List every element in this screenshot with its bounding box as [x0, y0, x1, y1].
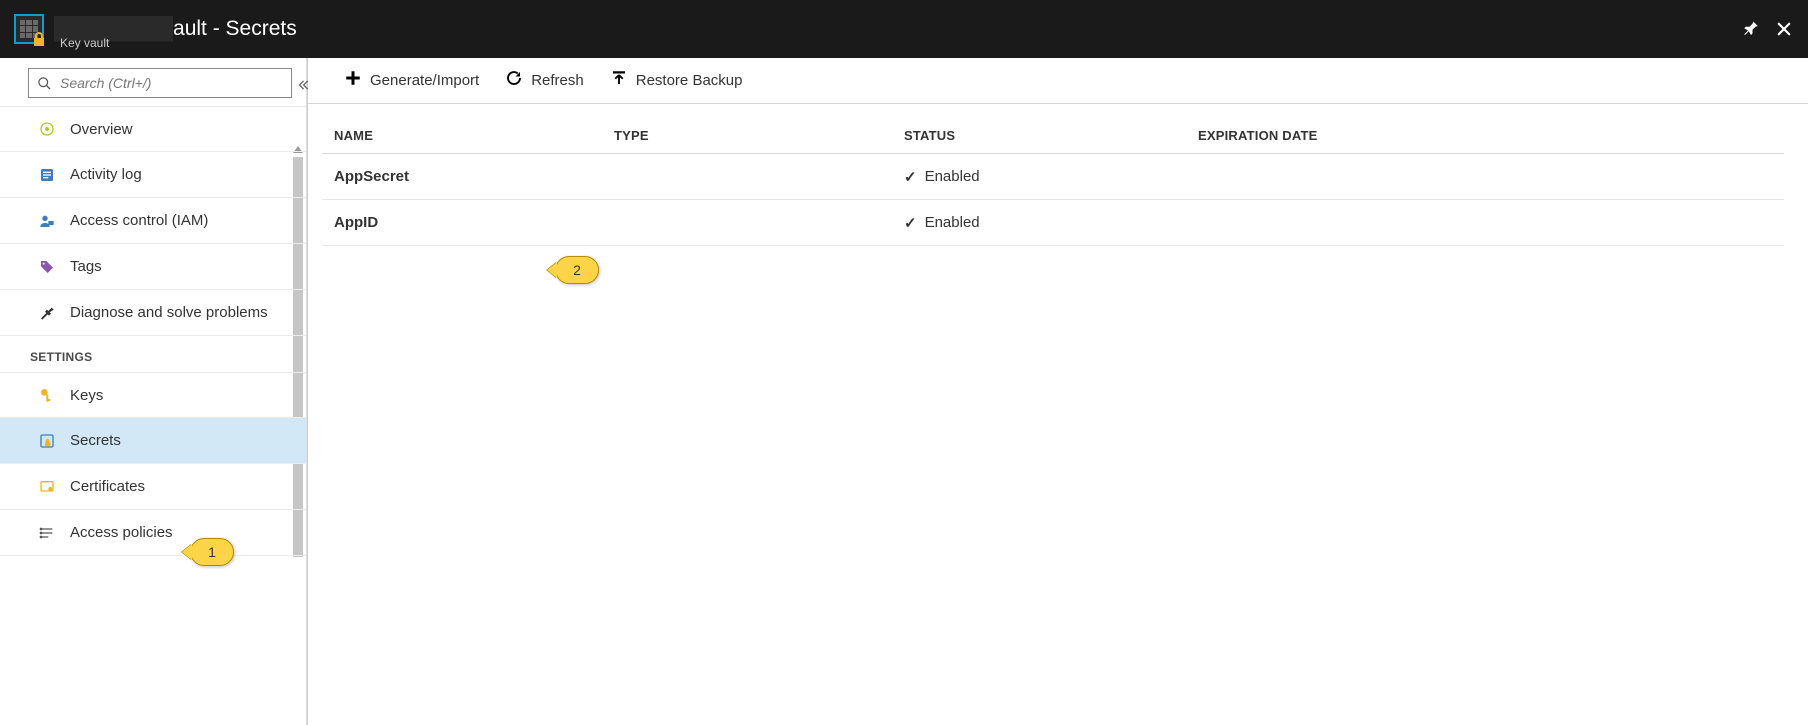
check-icon: ✓ — [904, 214, 917, 232]
sidebar-item-label: Access control (IAM) — [70, 212, 294, 229]
sidebar-item-label: Keys — [70, 387, 294, 404]
sidebar-item-label: Tags — [70, 258, 294, 275]
th-name[interactable]: NAME — [322, 128, 614, 143]
sidebar: Overview Activity log Access control (IA… — [0, 58, 307, 725]
title-suffix: ault - Secrets — [173, 17, 297, 40]
toolbar-label: Restore Backup — [636, 72, 743, 89]
blade-header: ████████ault - Secrets Key vault — [0, 0, 1808, 58]
th-status[interactable]: STATUS — [904, 128, 1198, 143]
lock-icon — [31, 31, 47, 47]
sidebar-item-activity-log[interactable]: Activity log — [0, 152, 306, 198]
secret-icon — [38, 432, 56, 450]
cell-status: ✓ Enabled — [904, 168, 1198, 186]
policies-icon — [38, 524, 56, 542]
sidebar-scroll[interactable]: Overview Activity log Access control (IA… — [0, 106, 306, 725]
status-text: Enabled — [925, 214, 980, 231]
sidebar-item-keys[interactable]: Keys — [0, 372, 306, 418]
sidebar-item-access-control[interactable]: Access control (IAM) — [0, 198, 306, 244]
sidebar-item-label: Diagnose and solve problems — [70, 304, 294, 321]
sidebar-item-secrets[interactable]: Secrets — [0, 418, 306, 464]
status-text: Enabled — [925, 168, 980, 185]
sidebar-item-label: Overview — [70, 121, 294, 138]
cell-status: ✓ Enabled — [904, 214, 1198, 232]
certificate-icon — [38, 478, 56, 496]
sidebar-item-certificates[interactable]: Certificates — [0, 464, 306, 510]
toolbar-label: Refresh — [531, 72, 584, 89]
table-row[interactable]: AppSecret ✓ Enabled — [322, 154, 1784, 200]
search-icon — [37, 76, 52, 91]
page-subtitle: Key vault — [60, 36, 109, 50]
sidebar-item-diagnose[interactable]: Diagnose and solve problems — [0, 290, 306, 336]
pin-button[interactable] — [1742, 20, 1760, 38]
annotation-callout-1: 1 — [190, 538, 234, 566]
th-type[interactable]: TYPE — [614, 128, 904, 143]
restore-icon — [610, 69, 628, 92]
secrets-table: NAME TYPE STATUS EXPIRATION DATE AppSecr… — [322, 118, 1784, 246]
key-icon — [38, 386, 56, 404]
keyvault-resource-icon — [14, 14, 44, 44]
sidebar-item-overview[interactable]: Overview — [0, 106, 306, 152]
content: Generate/Import Refresh Restore Backup N… — [307, 58, 1808, 725]
toolbar: Generate/Import Refresh Restore Backup — [308, 58, 1808, 104]
overview-icon — [38, 120, 56, 138]
sidebar-item-label: Activity log — [70, 166, 294, 183]
iam-icon — [38, 212, 56, 230]
annotation-callout-2: 2 — [555, 256, 599, 284]
table-header: NAME TYPE STATUS EXPIRATION DATE — [322, 118, 1784, 154]
refresh-icon — [505, 69, 523, 92]
tag-icon — [38, 258, 56, 276]
search-box[interactable] — [28, 68, 292, 98]
check-icon: ✓ — [904, 168, 917, 186]
th-expiration[interactable]: EXPIRATION DATE — [1198, 128, 1784, 143]
toolbar-label: Generate/Import — [370, 72, 479, 89]
header-actions — [1742, 19, 1794, 39]
sidebar-item-label: Access policies — [70, 524, 294, 541]
refresh-button[interactable]: Refresh — [505, 69, 584, 92]
diagnose-icon — [38, 304, 56, 322]
sidebar-item-label: Certificates — [70, 478, 294, 495]
search-input[interactable] — [60, 75, 283, 91]
close-button[interactable] — [1774, 19, 1794, 39]
sidebar-item-tags[interactable]: Tags — [0, 244, 306, 290]
cell-name: AppSecret — [322, 168, 614, 185]
plus-icon — [344, 69, 362, 92]
sidebar-item-access-policies[interactable]: Access policies — [0, 510, 306, 556]
sidebar-section-settings: SETTINGS — [0, 336, 306, 372]
table-row[interactable]: AppID ✓ Enabled — [322, 200, 1784, 246]
collapse-sidebar-button[interactable] — [292, 74, 314, 99]
cell-name: AppID — [322, 214, 614, 231]
generate-import-button[interactable]: Generate/Import — [344, 69, 479, 92]
sidebar-item-label: Secrets — [70, 432, 294, 449]
restore-backup-button[interactable]: Restore Backup — [610, 69, 743, 92]
activity-log-icon — [38, 166, 56, 184]
